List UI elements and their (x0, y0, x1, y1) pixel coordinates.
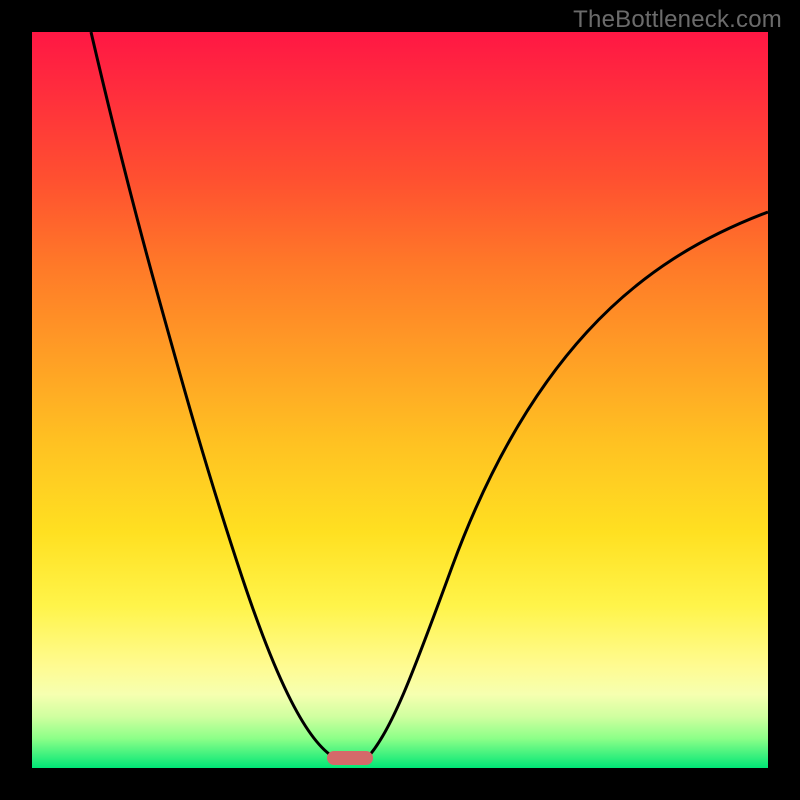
right-branch-curve (367, 212, 768, 758)
valley-marker (327, 751, 373, 765)
watermark-text: TheBottleneck.com (573, 6, 782, 34)
plot-area (32, 32, 768, 768)
outer-frame: TheBottleneck.com (0, 0, 800, 800)
left-branch-curve (91, 32, 335, 758)
curve-layer (32, 32, 768, 768)
